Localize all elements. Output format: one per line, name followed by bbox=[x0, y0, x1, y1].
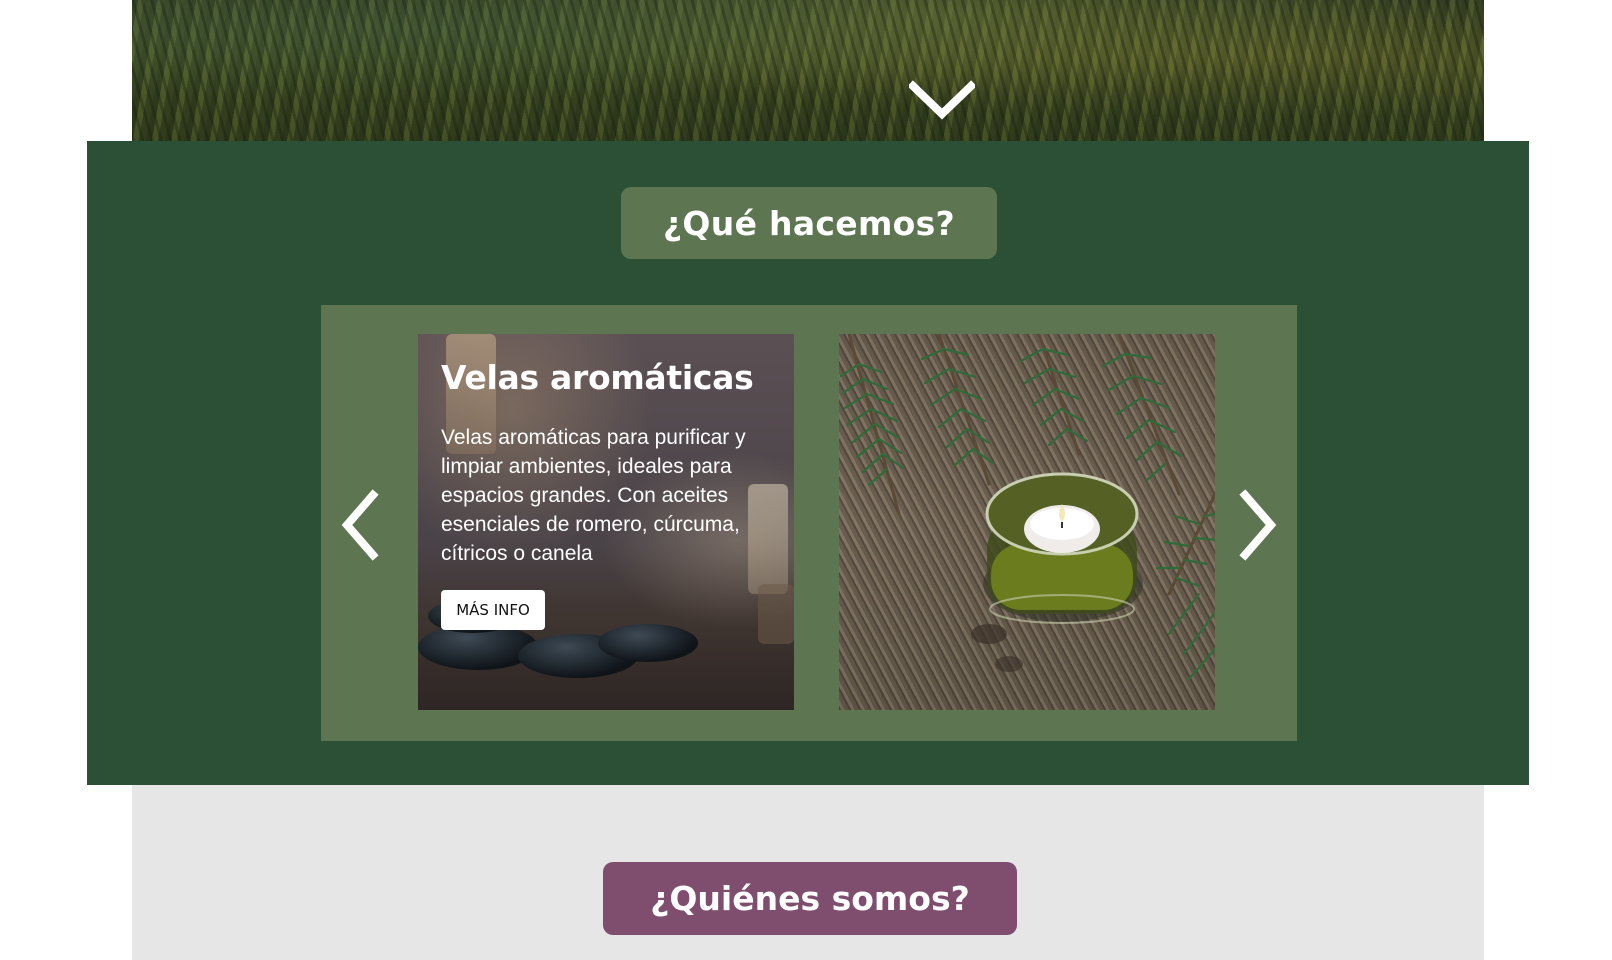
hero-forest-banner bbox=[132, 0, 1484, 141]
services-carousel: Velas aromáticas Velas aromáticas para p… bbox=[321, 305, 1297, 741]
who-we-are-section: ¿Quiénes somos? bbox=[132, 785, 1484, 960]
who-we-are-title: ¿Quiénes somos? bbox=[650, 879, 970, 918]
chevron-right-icon[interactable] bbox=[1233, 489, 1281, 561]
section-title: ¿Qué hacemos? bbox=[662, 203, 955, 243]
candle-decoration bbox=[758, 584, 794, 644]
service-card-candles: Velas aromáticas Velas aromáticas para p… bbox=[418, 334, 794, 710]
who-we-are-title-pill: ¿Quiénes somos? bbox=[603, 862, 1017, 935]
card-description: Velas aromáticas para purificar y limpia… bbox=[441, 426, 746, 565]
candle-pine-illustration bbox=[839, 334, 1215, 681]
chevron-down-icon[interactable] bbox=[909, 80, 975, 122]
stone-decoration bbox=[598, 624, 698, 662]
card-title: Velas aromáticas bbox=[441, 358, 754, 397]
chevron-left-icon[interactable] bbox=[337, 489, 385, 561]
more-info-button[interactable]: MÁS INFO bbox=[441, 590, 545, 630]
candle-pine-photo bbox=[839, 334, 1215, 710]
section-title-pill: ¿Qué hacemos? bbox=[621, 187, 997, 259]
what-we-do-section: ¿Qué hacemos? Velas aromáticas Velas aro… bbox=[87, 141, 1529, 785]
